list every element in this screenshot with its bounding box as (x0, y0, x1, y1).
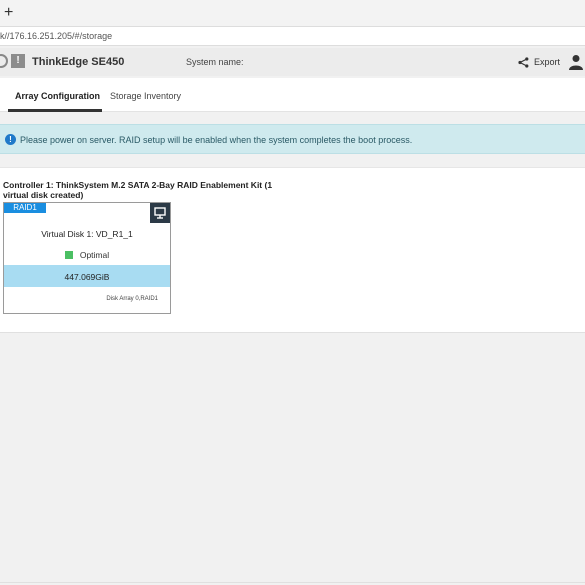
info-banner: ! Please power on server. RAID setup wil… (0, 124, 585, 154)
controller-panel: Controller 1: ThinkSystem M.2 SATA 2-Bay… (0, 167, 585, 333)
status-text: Optimal (79, 250, 110, 260)
capacity-value: 447.069GiB (64, 272, 110, 282)
export-button[interactable]: Export (518, 54, 560, 70)
virtual-disk-name: Virtual Disk 1: VD_R1_1 (41, 229, 133, 239)
power-icon[interactable] (0, 54, 8, 68)
product-name: ThinkEdge SE450 (32, 56, 125, 68)
active-tab-indicator (8, 109, 102, 112)
url-text[interactable]: k//176.16.251.205/#/storage (0, 31, 112, 41)
app-header: ! ThinkEdge SE450 System name: Export (0, 48, 585, 76)
footer-divider (0, 582, 585, 583)
tab-bar: Array Configuration Storage Inventory (0, 78, 585, 112)
address-bar[interactable]: k//176.16.251.205/#/storage (0, 26, 585, 46)
share-icon (518, 56, 529, 68)
banner-message: Please power on server. RAID setup will … (20, 135, 413, 145)
tab-array-configuration[interactable]: Array Configuration (15, 91, 100, 101)
status-row: Optimal (4, 250, 170, 260)
export-label: Export (534, 57, 561, 67)
user-icon[interactable] (569, 54, 583, 70)
alert-icon[interactable]: ! (11, 54, 25, 68)
raid-level-badge: RAID1 (4, 203, 46, 213)
capacity-bar: 447.069GiB (4, 265, 170, 287)
status-indicator (64, 251, 73, 259)
browser-tab-strip: + (0, 0, 585, 26)
info-icon: ! (5, 134, 16, 145)
system-name-label: System name: (186, 57, 244, 67)
new-tab-button[interactable]: + (4, 5, 13, 21)
tab-storage-inventory[interactable]: Storage Inventory (110, 91, 181, 101)
monitor-button[interactable] (150, 203, 170, 223)
virtual-disk-card[interactable]: RAID1 Virtual Disk 1: VD_R1_1 Optimal 44… (3, 202, 171, 314)
monitor-icon (154, 207, 166, 219)
controller-title: Controller 1: ThinkSystem M.2 SATA 2-Bay… (3, 180, 273, 200)
disk-array-info: Disk Array 0,RAID1 (106, 296, 158, 302)
